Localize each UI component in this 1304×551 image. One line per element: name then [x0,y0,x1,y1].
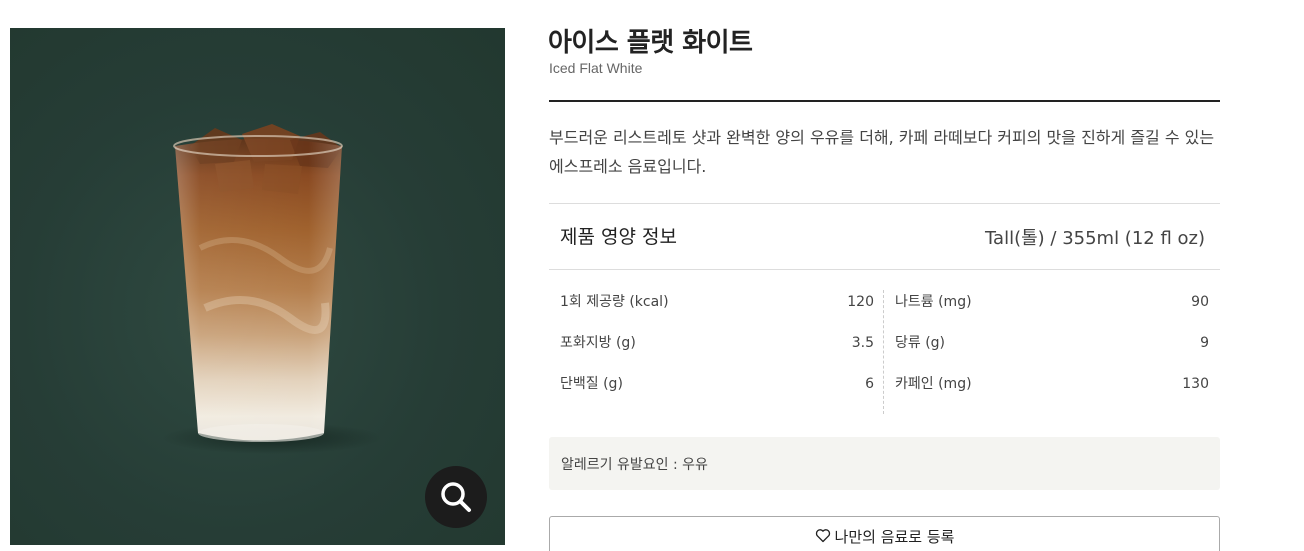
breadcrumb [900,0,1220,2]
nutrition-label: 나트륨 (mg) [895,294,972,310]
nutrition-row: 1회 제공량 (kcal) 120 [560,290,874,331]
product-image [10,28,505,545]
nutrition-value: 3.5 [851,335,874,351]
nutrition-column-left: 1회 제공량 (kcal) 120 포화지방 (g) 3.5 단백질 (g) 6 [560,290,874,413]
nutrition-value: 130 [1182,376,1209,392]
nutrition-value: 6 [865,376,874,392]
nutrition-title: 제품 영양 정보 [560,226,677,248]
column-divider [883,290,884,414]
nutrition-row: 나트륨 (mg) 90 [895,290,1209,331]
nutrition-column-right: 나트륨 (mg) 90 당류 (g) 9 카페인 (mg) 130 [895,290,1209,413]
nutrition-row: 카페인 (mg) 130 [895,372,1209,413]
nutrition-label: 포화지방 (g) [560,335,636,351]
add-favorite-button[interactable]: 나만의 음료로 등록 [549,516,1220,551]
nutrition-label: 카페인 (mg) [895,376,972,392]
product-description: 부드러운 리스트레토 샷과 완벽한 양의 우유를 더해, 카페 라떼보다 커피의… [549,128,1215,176]
nutrition-value: 120 [847,294,874,310]
title-divider [549,100,1220,102]
nutrition-label: 1회 제공량 (kcal) [560,294,669,310]
nutrition-row: 당류 (g) 9 [895,331,1209,372]
nutrition-label: 단백질 (g) [560,376,623,392]
iced-flat-white-illustration [162,124,382,454]
product-subtitle: Iced Flat White [549,60,643,76]
heart-outline-icon [815,529,830,543]
allergy-info: 알레르기 유발요인 : 우유 [549,437,1220,490]
serving-size: Tall(톨) / 355ml (12 fl oz) [985,228,1205,249]
add-favorite-label: 나만의 음료로 등록 [834,528,955,546]
allergy-text: 알레르기 유발요인 : 우유 [561,456,708,473]
nutrition-divider [549,269,1220,270]
product-title: 아이스 플랫 화이트 [548,28,753,58]
nutrition-row: 단백질 (g) 6 [560,372,874,413]
nutrition-value: 9 [1200,335,1209,351]
nutrition-row: 포화지방 (g) 3.5 [560,331,874,372]
search-icon [441,482,471,512]
nutrition-label: 당류 (g) [895,335,946,351]
zoom-button[interactable] [425,466,487,528]
nutrition-value: 90 [1191,294,1209,310]
section-divider [549,203,1220,204]
